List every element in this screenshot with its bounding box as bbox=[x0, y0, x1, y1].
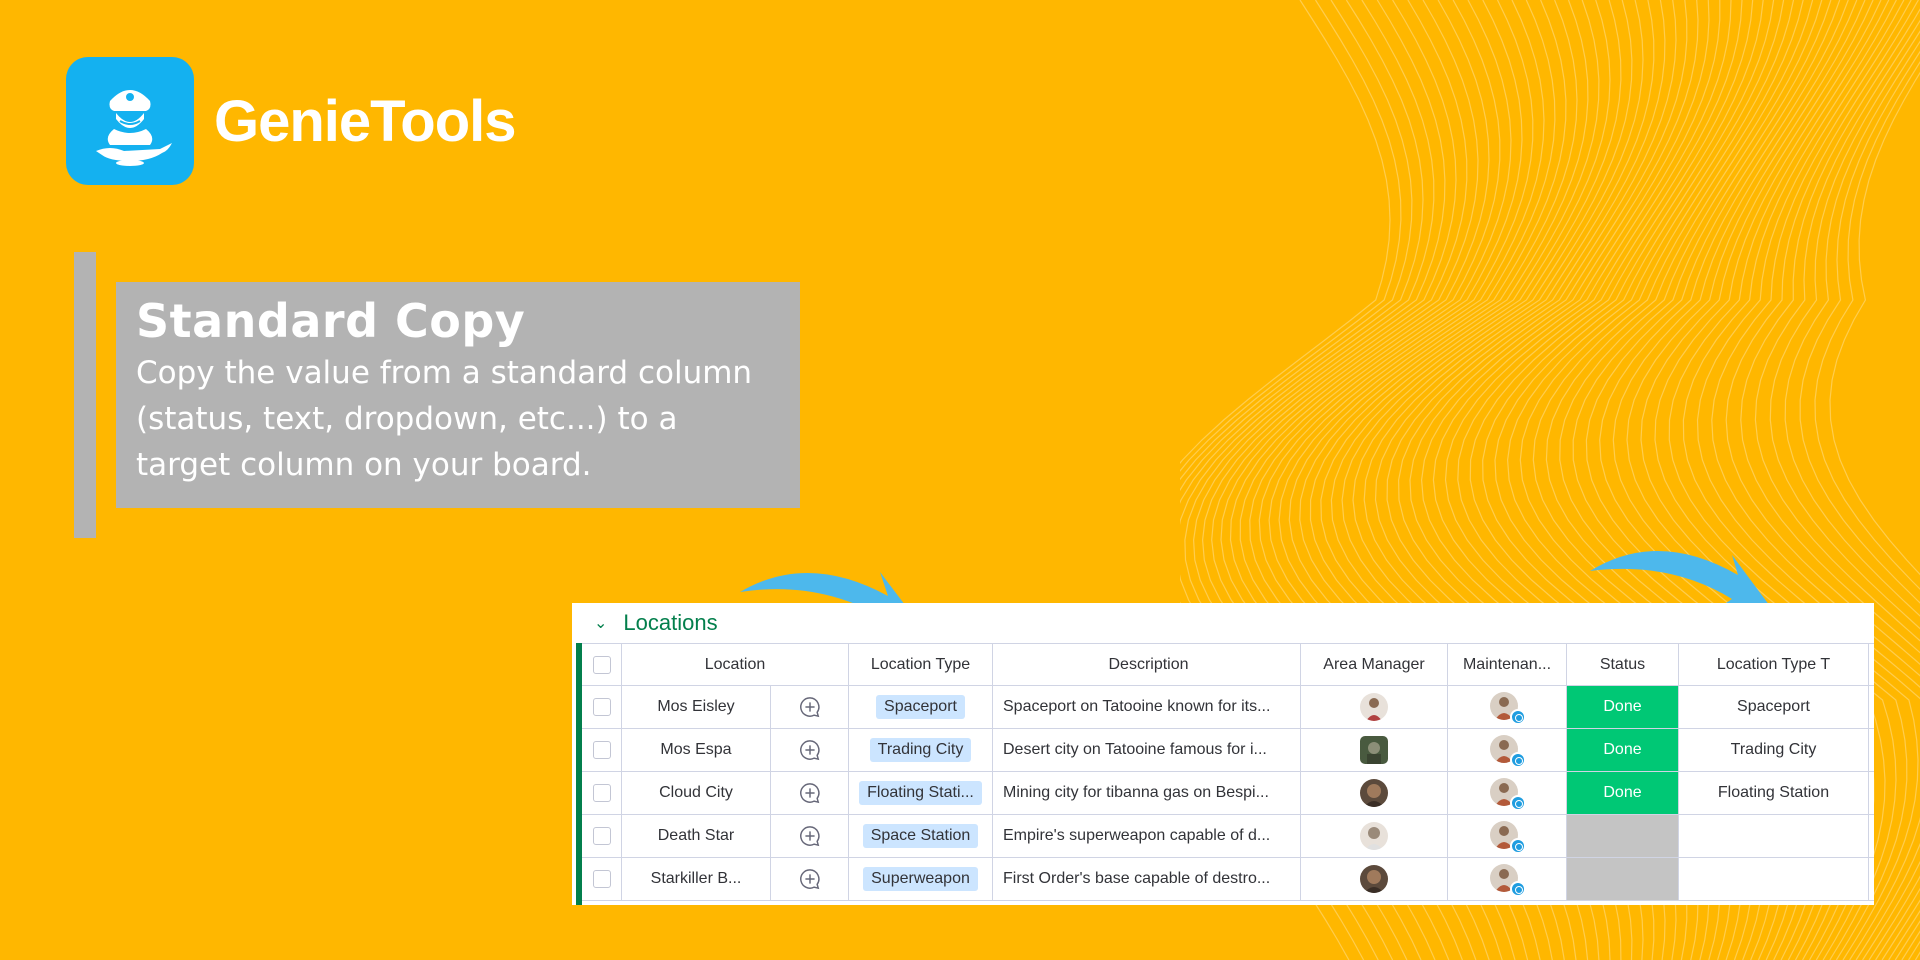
avatar bbox=[1490, 864, 1526, 897]
description-cell[interactable]: First Order's base capable of destro... bbox=[993, 858, 1301, 900]
col-status[interactable]: Status bbox=[1567, 644, 1679, 685]
avatar bbox=[1490, 692, 1526, 725]
status-cell[interactable] bbox=[1567, 815, 1679, 857]
location-type-tag: Trading City bbox=[869, 738, 972, 762]
table-row[interactable]: Mos Espa Trading City Desert city on Tat… bbox=[582, 729, 1874, 772]
avatar bbox=[1490, 778, 1526, 811]
group-title: Locations bbox=[623, 610, 718, 635]
description-cell[interactable]: Spaceport on Tatooine known for its... bbox=[993, 686, 1301, 728]
watcher-eye-icon bbox=[1510, 752, 1526, 768]
table-header: Location Location Type Description Area … bbox=[582, 643, 1874, 686]
location-cell[interactable]: Mos Eisley bbox=[622, 686, 771, 728]
description-cell[interactable]: Mining city for tibanna gas on Bespi... bbox=[993, 772, 1301, 814]
maintenance-cell[interactable] bbox=[1448, 772, 1567, 814]
col-location-type[interactable]: Location Type bbox=[849, 644, 993, 685]
status-badge bbox=[1567, 858, 1678, 900]
select-all-checkbox[interactable] bbox=[582, 644, 622, 685]
watcher-eye-icon bbox=[1510, 881, 1526, 897]
brand-name: GenieTools bbox=[214, 88, 517, 154]
table-row[interactable]: Cloud City Floating Stati... Mining city… bbox=[582, 772, 1874, 815]
group-header[interactable]: ⌄ Locations bbox=[572, 603, 1874, 643]
status-badge bbox=[1567, 815, 1678, 857]
col-area-manager[interactable]: Area Manager bbox=[1301, 644, 1448, 685]
row-checkbox[interactable] bbox=[582, 858, 622, 900]
location-type-tag: Floating Stati... bbox=[859, 781, 982, 805]
avatar bbox=[1360, 736, 1388, 764]
description-cell[interactable]: Empire's superweapon capable of d... bbox=[993, 815, 1301, 857]
table-row[interactable]: Death Star Space Station Empire's superw… bbox=[582, 815, 1874, 858]
area-manager-cell[interactable] bbox=[1301, 729, 1448, 771]
row-checkbox[interactable] bbox=[582, 729, 622, 771]
maintenance-cell[interactable] bbox=[1448, 686, 1567, 728]
accent-bar bbox=[74, 252, 96, 538]
col-description[interactable]: Description bbox=[993, 644, 1301, 685]
status-cell[interactable] bbox=[1567, 858, 1679, 900]
row-checkbox[interactable] bbox=[582, 772, 622, 814]
add-update-icon[interactable] bbox=[771, 686, 849, 728]
location-type-cell[interactable]: Trading City bbox=[849, 729, 993, 771]
add-update-icon[interactable] bbox=[771, 729, 849, 771]
area-manager-cell[interactable] bbox=[1301, 815, 1448, 857]
add-update-icon[interactable] bbox=[771, 772, 849, 814]
maintenance-cell[interactable] bbox=[1448, 729, 1567, 771]
maintenance-cell[interactable] bbox=[1448, 858, 1567, 900]
location-cell[interactable]: Starkiller B... bbox=[622, 858, 771, 900]
watcher-eye-icon bbox=[1510, 709, 1526, 725]
location-type-cell[interactable]: Spaceport bbox=[849, 686, 993, 728]
status-cell[interactable]: Done bbox=[1567, 686, 1679, 728]
row-checkbox[interactable] bbox=[582, 815, 622, 857]
target-cell[interactable]: Spaceport bbox=[1679, 686, 1869, 728]
avatar bbox=[1490, 821, 1526, 854]
table-row[interactable]: Starkiller B... Superweapon First Order'… bbox=[582, 858, 1874, 901]
watcher-eye-icon bbox=[1510, 795, 1526, 811]
avatar bbox=[1360, 693, 1388, 721]
location-type-cell[interactable]: Space Station bbox=[849, 815, 993, 857]
watcher-eye-icon bbox=[1510, 838, 1526, 854]
col-maintenance[interactable]: Maintenan... bbox=[1448, 644, 1567, 685]
feature-description: Copy the value from a standard column (s… bbox=[136, 355, 753, 483]
location-cell[interactable]: Cloud City bbox=[622, 772, 771, 814]
brand: GenieTools bbox=[66, 57, 517, 185]
avatar bbox=[1360, 822, 1388, 850]
board-table: Location Location Type Description Area … bbox=[576, 643, 1874, 905]
area-manager-cell[interactable] bbox=[1301, 858, 1448, 900]
location-type-cell[interactable]: Superweapon bbox=[849, 858, 993, 900]
location-type-cell[interactable]: Floating Stati... bbox=[849, 772, 993, 814]
area-manager-cell[interactable] bbox=[1301, 686, 1448, 728]
status-badge: Done bbox=[1567, 686, 1678, 728]
location-type-tag: Superweapon bbox=[863, 867, 978, 891]
col-location-type-t[interactable]: Location Type T bbox=[1679, 644, 1869, 685]
row-checkbox[interactable] bbox=[582, 686, 622, 728]
avatar bbox=[1360, 865, 1388, 893]
location-type-tag: Space Station bbox=[862, 824, 979, 848]
feature-title: Standard Copy bbox=[136, 294, 526, 348]
status-badge: Done bbox=[1567, 772, 1678, 814]
status-cell[interactable]: Done bbox=[1567, 729, 1679, 771]
location-cell[interactable]: Mos Espa bbox=[622, 729, 771, 771]
feature-card: Standard Copy Copy the value from a stan… bbox=[116, 282, 800, 508]
genie-lamp-icon bbox=[66, 57, 194, 185]
location-type-tag: Spaceport bbox=[876, 695, 965, 719]
table-row[interactable]: Mos Eisley Spaceport Spaceport on Tatooi… bbox=[582, 686, 1874, 729]
target-cell[interactable] bbox=[1679, 815, 1869, 857]
board: ⌄ Locations Location Location Type Descr… bbox=[572, 603, 1874, 905]
add-update-icon[interactable] bbox=[771, 858, 849, 900]
maintenance-cell[interactable] bbox=[1448, 815, 1567, 857]
chevron-down-icon[interactable]: ⌄ bbox=[594, 613, 607, 633]
add-update-icon[interactable] bbox=[771, 815, 849, 857]
status-cell[interactable]: Done bbox=[1567, 772, 1679, 814]
status-badge: Done bbox=[1567, 729, 1678, 771]
area-manager-cell[interactable] bbox=[1301, 772, 1448, 814]
col-location[interactable]: Location bbox=[622, 644, 849, 685]
location-cell[interactable]: Death Star bbox=[622, 815, 771, 857]
description-cell[interactable]: Desert city on Tatooine famous for i... bbox=[993, 729, 1301, 771]
target-cell[interactable]: Floating Station bbox=[1679, 772, 1869, 814]
target-cell[interactable] bbox=[1679, 858, 1869, 900]
target-cell[interactable]: Trading City bbox=[1679, 729, 1869, 771]
avatar bbox=[1490, 735, 1526, 768]
avatar bbox=[1360, 779, 1388, 807]
